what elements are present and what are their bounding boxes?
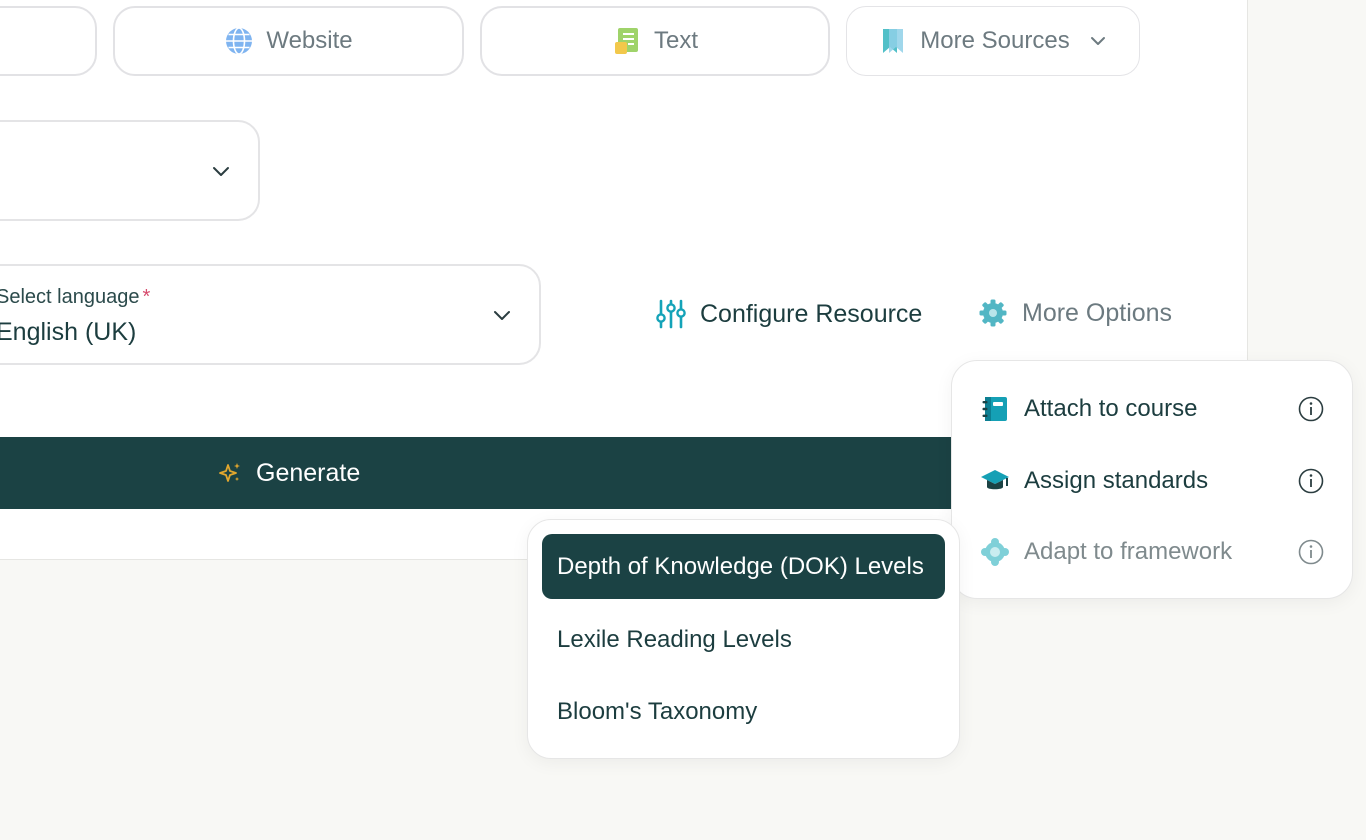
more-sources-label: More Sources xyxy=(920,27,1070,54)
framework-option-blooms[interactable]: Bloom's Taxonomy xyxy=(542,679,945,744)
menu-item-assign-standards[interactable]: Assign standards xyxy=(980,459,1324,503)
info-icon[interactable] xyxy=(1298,468,1324,494)
source-text-label: Text xyxy=(653,27,698,54)
generate-content: Generate xyxy=(218,437,360,509)
language-select-label: Select language * xyxy=(0,286,151,308)
language-select-value: English (UK) xyxy=(0,318,137,346)
graduation-cap-icon xyxy=(980,466,1010,496)
generate-label: Generate xyxy=(256,458,361,487)
info-icon[interactable] xyxy=(1298,396,1324,422)
resource-select[interactable] xyxy=(0,120,260,221)
globe-icon xyxy=(224,26,254,56)
more-options-menu: Attach to course Assign standards Adapt … xyxy=(951,360,1353,599)
generate-button[interactable]: Generate xyxy=(0,437,960,509)
sliders-icon xyxy=(656,298,686,330)
more-sources-button[interactable]: More Sources xyxy=(846,6,1140,76)
source-button-text[interactable]: Text xyxy=(480,6,830,76)
configure-resource-button[interactable]: Configure Resource xyxy=(656,298,922,330)
more-options-button[interactable]: More Options xyxy=(978,298,1172,328)
menu-item-attach-to-course[interactable]: Attach to course xyxy=(980,387,1324,431)
framework-option-dok[interactable]: Depth of Knowledge (DOK) Levels xyxy=(542,534,945,599)
source-website-label: Website xyxy=(266,27,353,54)
framework-option-lexile[interactable]: Lexile Reading Levels xyxy=(542,607,945,672)
framework-menu: Depth of Knowledge (DOK) Levels Lexile R… xyxy=(527,519,960,759)
sparkle-icon xyxy=(218,461,242,485)
menu-item-label: Assign standards xyxy=(1024,467,1209,494)
chevron-down-icon xyxy=(210,160,232,182)
source-button-partial[interactable] xyxy=(0,6,97,76)
framework-icon xyxy=(980,537,1010,567)
menu-item-label: Adapt to framework xyxy=(1024,538,1233,565)
gear-icon xyxy=(978,298,1008,328)
bookmark-icon xyxy=(878,26,908,56)
chevron-down-icon xyxy=(491,304,513,326)
language-select[interactable]: Select language * English (UK) xyxy=(0,264,541,365)
required-mark: * xyxy=(142,286,151,308)
page: Website Text More Sources Select languag… xyxy=(0,0,1366,840)
menu-item-label: Attach to course xyxy=(1024,395,1198,422)
text-scroll-icon xyxy=(612,26,642,56)
configure-resource-label: Configure Resource xyxy=(700,299,923,328)
info-icon[interactable] xyxy=(1298,539,1324,565)
source-button-website[interactable]: Website xyxy=(113,6,464,76)
more-options-label: More Options xyxy=(1022,298,1173,327)
chevron-down-icon xyxy=(1088,31,1108,51)
notebook-icon xyxy=(980,394,1010,424)
menu-item-adapt-to-framework[interactable]: Adapt to framework xyxy=(980,530,1324,574)
